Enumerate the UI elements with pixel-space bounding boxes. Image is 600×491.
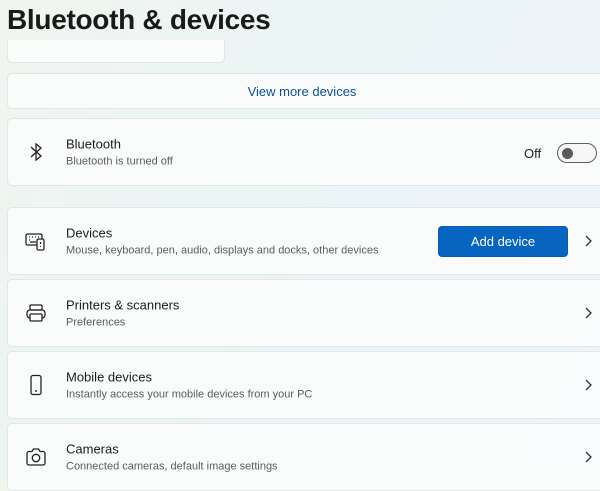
mobile-devices-subtitle: Instantly access your mobile devices fro…: [66, 388, 313, 401]
mobile-devices-row[interactable]: Mobile devices Instantly access your mobi…: [7, 351, 600, 419]
printers-subtitle: Preferences: [66, 316, 126, 329]
printer-icon: [25, 302, 47, 324]
chevron-right-icon: [585, 235, 592, 247]
devices-row[interactable]: Devices Mouse, keyboard, pen, audio, disp…: [7, 207, 600, 275]
cameras-title: Cameras: [66, 441, 119, 457]
bluetooth-toggle[interactable]: [557, 143, 597, 163]
view-more-devices-link[interactable]: View more devices: [7, 73, 600, 109]
bluetooth-icon: [25, 141, 47, 163]
device-card-partial[interactable]: [7, 40, 225, 63]
cameras-row[interactable]: Cameras Connected cameras, default image …: [7, 423, 600, 491]
keyboard-mouse-icon: [25, 230, 47, 252]
bluetooth-status: Bluetooth is turned off: [66, 155, 173, 168]
bluetooth-title: Bluetooth: [66, 136, 121, 152]
chevron-right-icon: [585, 307, 592, 319]
printers-title: Printers & scanners: [66, 297, 180, 313]
page-title: Bluetooth & devices: [7, 4, 271, 35]
chevron-right-icon: [585, 451, 592, 463]
mobile-devices-title: Mobile devices: [66, 369, 152, 385]
add-device-button[interactable]: Add device: [438, 226, 568, 257]
devices-title: Devices: [66, 225, 113, 241]
devices-subtitle: Mouse, keyboard, pen, audio, displays an…: [66, 244, 379, 257]
phone-icon: [25, 374, 47, 396]
cameras-subtitle: Connected cameras, default image setting…: [66, 460, 278, 473]
printers-row[interactable]: Printers & scanners Preferences: [7, 279, 600, 347]
camera-icon: [25, 446, 47, 468]
bluetooth-state-label: Off: [524, 146, 542, 161]
bluetooth-row: Bluetooth Bluetooth is turned off Off: [7, 118, 600, 186]
chevron-right-icon: [585, 379, 592, 391]
